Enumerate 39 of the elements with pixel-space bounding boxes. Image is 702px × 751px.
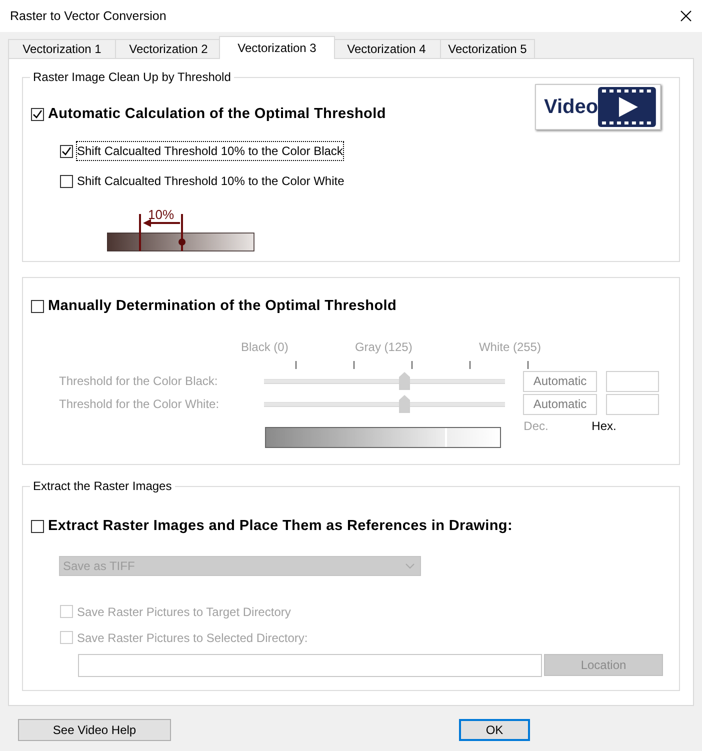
checkbox[interactable] xyxy=(31,108,44,122)
scale-label: Black (0) xyxy=(241,338,288,356)
directory-field[interactable] xyxy=(78,654,542,677)
shift-percent-label: 10% xyxy=(148,207,174,222)
option-label: Extract Raster Images and Place Them as References in Drawing: xyxy=(48,517,512,536)
dialog-button[interactable]: See Video Help xyxy=(18,719,171,741)
option-label: Manually Determination of the Optimal Threshold xyxy=(48,297,397,316)
scale-label: White (255) xyxy=(478,338,541,356)
dialog-button[interactable]: OK xyxy=(459,719,530,741)
option-label: Shift Calcualted Threshold 10% to the Color White xyxy=(77,173,344,190)
checkbox[interactable] xyxy=(31,300,44,314)
column-label: Hex. xyxy=(590,418,618,435)
slider-thumb[interactable] xyxy=(398,372,410,390)
video-button[interactable]: Video xyxy=(535,84,661,130)
window-title: Raster to Vector Conversion xyxy=(10,8,166,25)
slider-label: Threshold for the Color White: xyxy=(59,396,220,414)
option-label: Save Raster Pictures to Target Directory xyxy=(77,604,291,621)
value-field[interactable] xyxy=(606,370,659,392)
group-title: Raster Image Clean Up by Threshold xyxy=(32,70,232,84)
scale-label: Gray (125) xyxy=(354,338,412,356)
slider-thumb[interactable] xyxy=(398,395,410,414)
checkbox[interactable] xyxy=(60,174,73,188)
option-label: Shift Calcualted Threshold 10% to the Color Black xyxy=(77,142,343,160)
tab[interactable]: Vectorization 3 xyxy=(219,36,335,59)
option-label: Automatic Calculation of the Optimal Threshold xyxy=(48,105,386,124)
value-field[interactable] xyxy=(606,394,659,415)
option-label: Save Raster Pictures to Selected Directory: xyxy=(77,630,308,647)
chevron-down-icon xyxy=(405,562,415,569)
close-icon[interactable] xyxy=(680,10,692,22)
video-play-icon xyxy=(598,87,656,127)
column-label: Dec. xyxy=(522,418,550,435)
automatic-button[interactable]: Automatic xyxy=(523,370,597,392)
checkbox[interactable] xyxy=(60,144,73,158)
tab[interactable]: Vectorization 1 xyxy=(8,39,116,58)
checkbox[interactable] xyxy=(31,520,44,534)
slider-label: Threshold for the Color Black: xyxy=(59,373,219,390)
automatic-button[interactable]: Automatic xyxy=(523,394,597,415)
group-title: Extract the Raster Images xyxy=(32,479,173,493)
tab[interactable]: Vectorization 5 xyxy=(440,39,535,58)
